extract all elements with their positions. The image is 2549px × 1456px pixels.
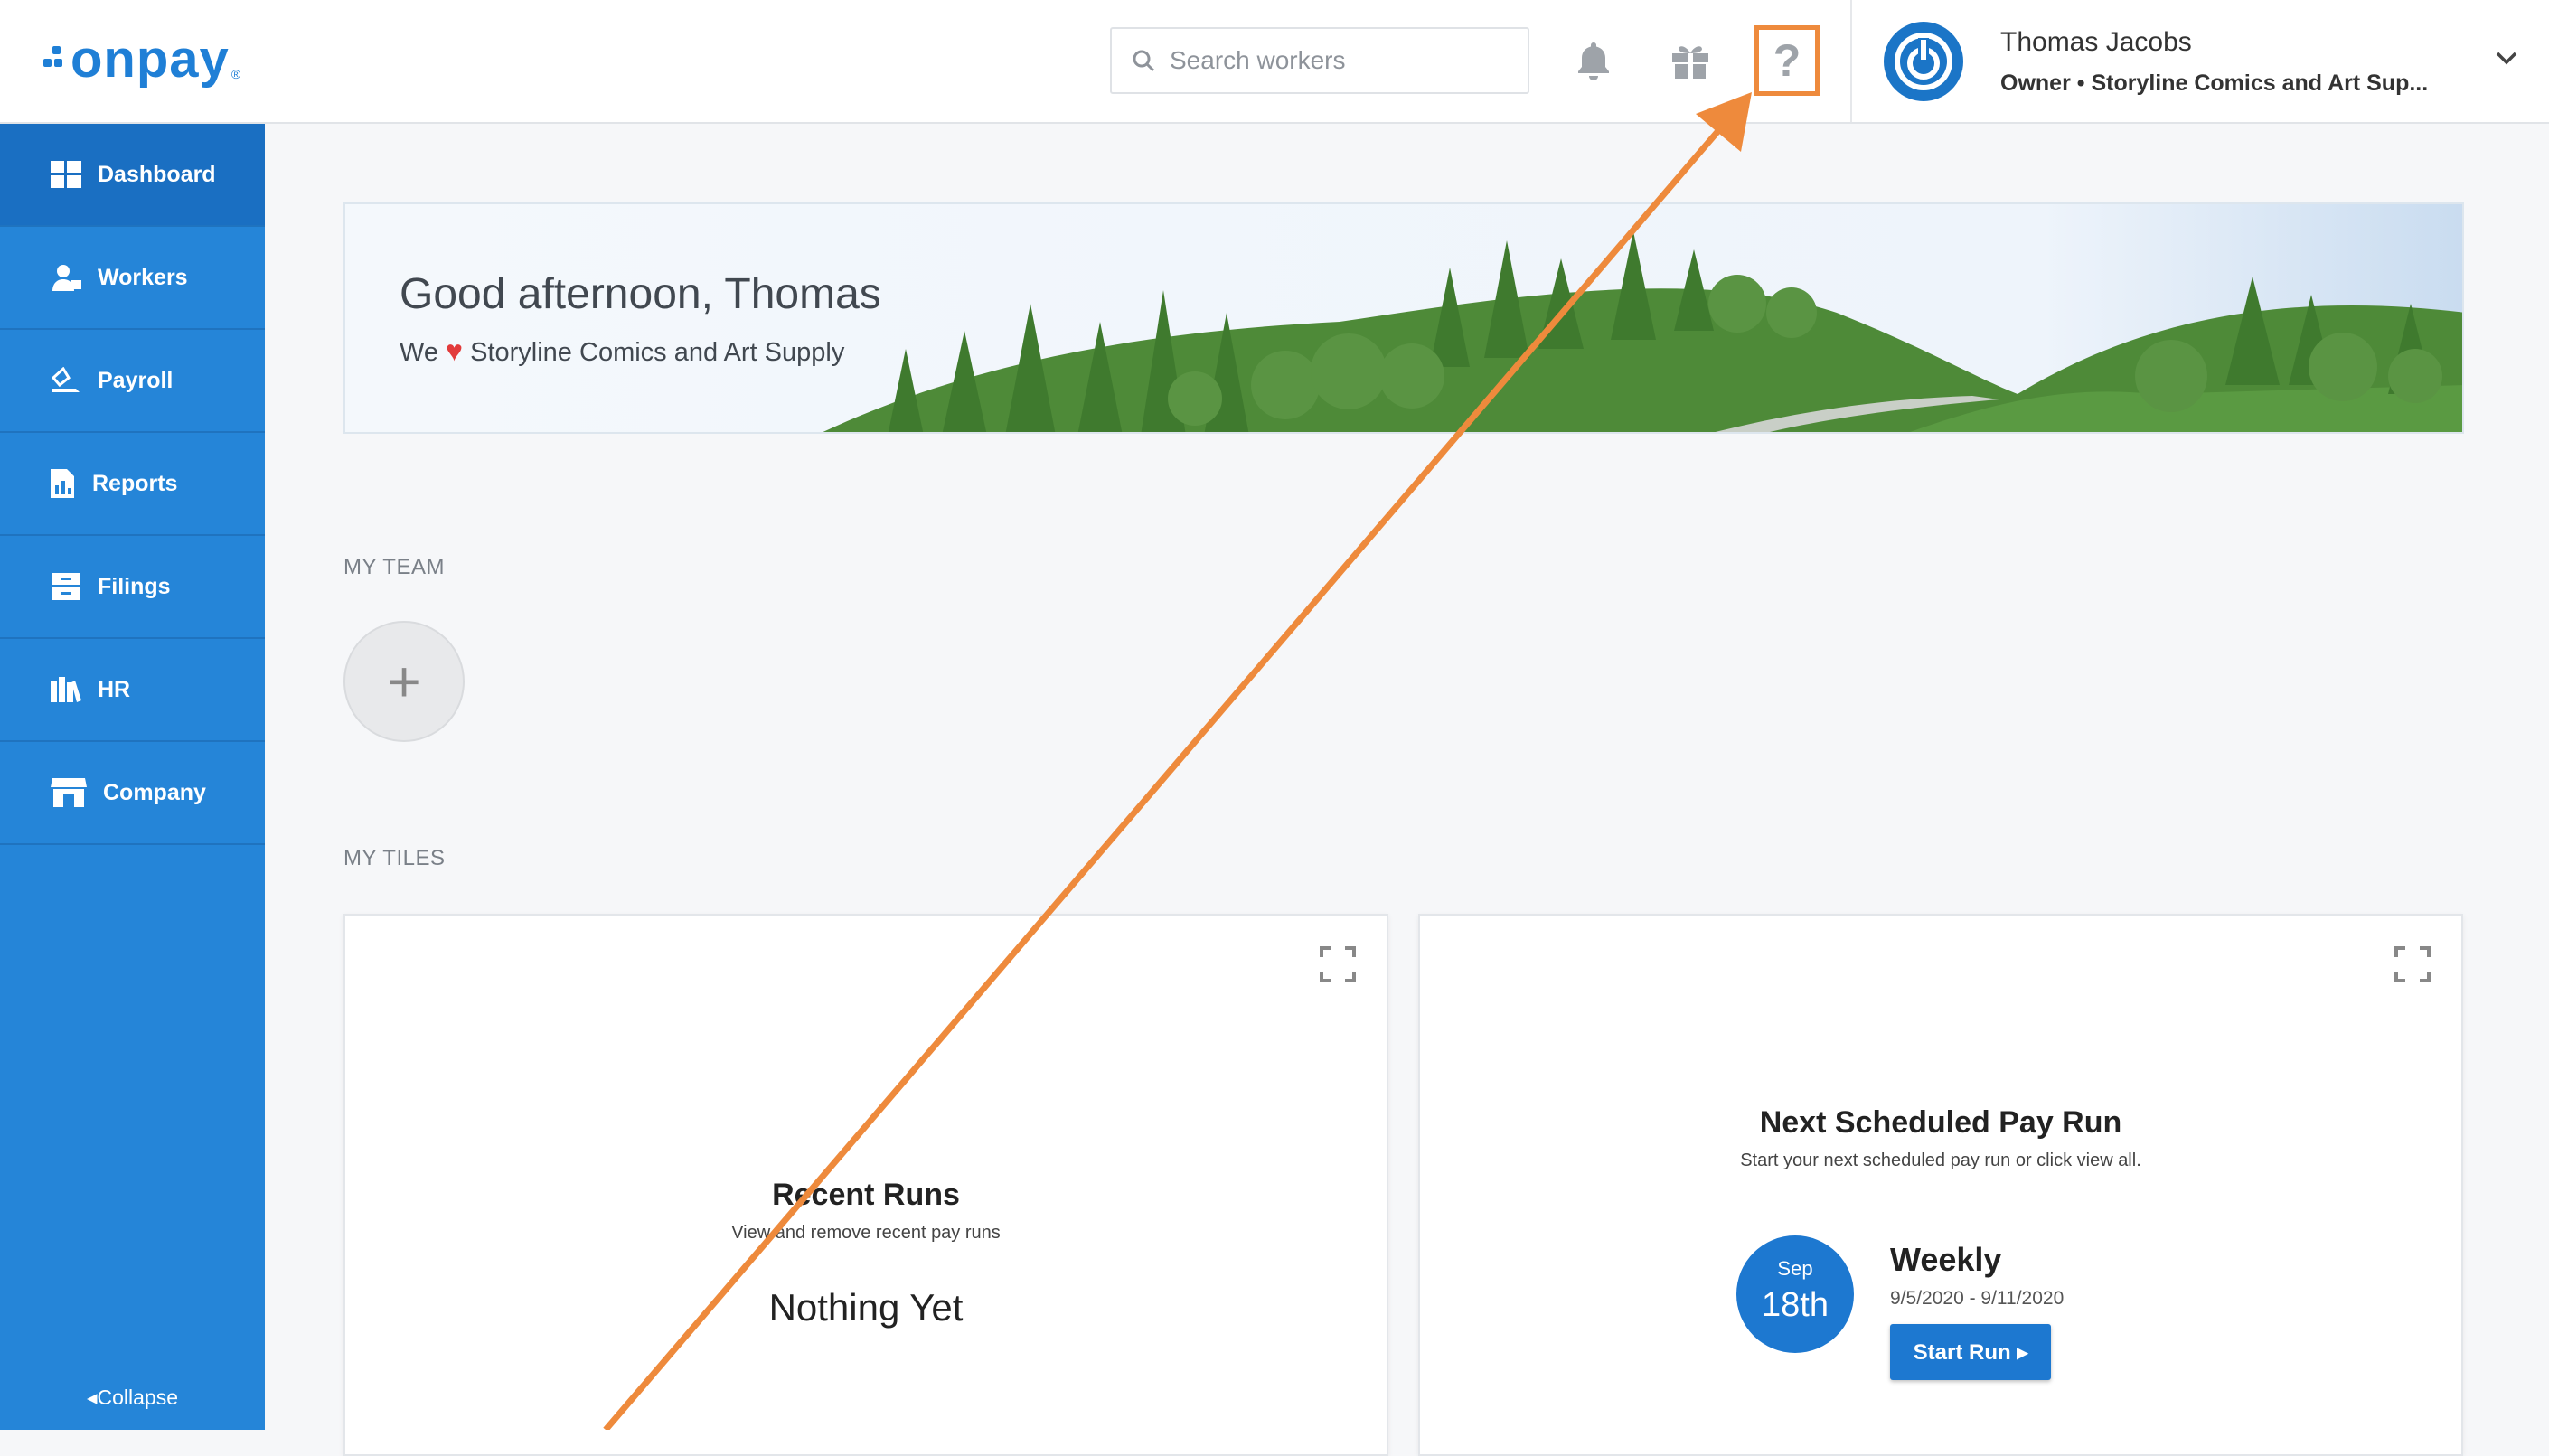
top-bar: onpay ® ? Thom — [0, 0, 2549, 124]
header-divider — [1850, 0, 1852, 122]
company-icon — [51, 778, 87, 807]
account-menu-button[interactable] — [2495, 51, 2518, 70]
notifications-button[interactable] — [1566, 33, 1621, 89]
avatar[interactable] — [1884, 22, 1963, 101]
start-run-label: Start Run — [1913, 1339, 2011, 1365]
caret-left-icon: ◂ — [86, 1386, 98, 1409]
tile-subtitle: View and remove recent pay runs — [731, 1223, 1001, 1243]
plus-icon: + — [387, 649, 421, 714]
sidebar-item-company[interactable]: Company — [0, 742, 265, 845]
registered-mark: ® — [230, 67, 241, 81]
sidebar-item-dashboard[interactable]: Dashboard — [0, 124, 265, 227]
next-pay-run-tile: Next Scheduled Pay Run Start your next s… — [1418, 914, 2463, 1456]
sidebar-item-filings[interactable]: Filings — [0, 536, 265, 639]
company-love-line: We ♥ Storyline Comics and Art Supply — [400, 334, 844, 368]
pay-frequency: Weekly — [1890, 1241, 2002, 1278]
workers-icon — [52, 265, 81, 291]
empty-state-text: Nothing Yet — [768, 1286, 964, 1329]
logo-dots-icon — [43, 46, 62, 67]
expand-icon — [1320, 946, 1356, 982]
search-icon — [1133, 50, 1155, 72]
recent-runs-tile: Recent Runs View and remove recent pay r… — [343, 914, 1388, 1456]
help-icon: ? — [1773, 35, 1801, 86]
add-team-member-button[interactable]: + — [343, 621, 465, 742]
sidebar-item-reports[interactable]: Reports — [0, 433, 265, 536]
tile-title: Next Scheduled Pay Run — [1759, 1105, 2122, 1140]
chevron-down-icon — [2496, 52, 2517, 65]
sidebar-item-label: Dashboard — [98, 161, 216, 187]
caret-right-icon: ▸ — [2017, 1339, 2028, 1365]
dashboard-icon — [51, 161, 81, 188]
sidebar-item-label: Filings — [98, 573, 171, 599]
hr-icon — [51, 677, 81, 702]
sidebar-item-label: Company — [103, 779, 206, 805]
expand-tile-button[interactable] — [1320, 946, 1356, 987]
power-logo-icon — [1895, 33, 1952, 90]
expand-tile-button[interactable] — [2394, 946, 2431, 987]
sidebar-item-payroll[interactable]: Payroll — [0, 330, 265, 433]
gift-button[interactable] — [1663, 33, 1717, 89]
sidebar-item-hr[interactable]: HR — [0, 639, 265, 742]
pay-date-badge: Sep 18th — [1736, 1235, 1854, 1353]
pay-date-day: 18th — [1762, 1286, 1829, 1324]
collapse-label: Collapse — [97, 1386, 179, 1409]
help-button[interactable]: ? — [1754, 25, 1820, 96]
gift-icon — [1672, 46, 1708, 79]
my-team-heading: MY TEAM — [343, 555, 445, 579]
tile-title: Recent Runs — [772, 1178, 960, 1212]
payroll-icon — [51, 367, 80, 392]
bell-icon — [1578, 42, 1609, 80]
logo-wordmark: onpay — [71, 29, 230, 89]
collapse-button[interactable]: ◂Collapse — [0, 1386, 265, 1410]
user-name: Thomas Jacobs — [2000, 27, 2192, 57]
search-box[interactable] — [1110, 27, 1529, 94]
sidebar-item-label: HR — [98, 676, 131, 702]
company-name: Storyline Comics and Art Supply — [470, 338, 845, 367]
pay-date-month: Sep — [1777, 1257, 1813, 1280]
love-prefix: We — [400, 338, 438, 367]
pay-period-range: 9/5/2020 - 9/11/2020 — [1890, 1288, 2065, 1309]
heart-icon: ♥ — [446, 334, 464, 367]
greeting-title: Good afternoon, Thomas — [400, 270, 881, 318]
greeting-banner: Good afternoon, Thomas We ♥ Storyline Co… — [343, 202, 2464, 434]
onpay-logo[interactable]: onpay ® — [43, 27, 240, 90]
sidebar: Dashboard Workers Payroll Reports Filing… — [0, 124, 265, 1430]
sidebar-item-workers[interactable]: Workers — [0, 227, 265, 330]
filings-icon — [52, 573, 80, 600]
search-input[interactable] — [1168, 45, 1497, 76]
sidebar-item-label: Reports — [92, 470, 178, 496]
user-role: Owner • Storyline Comics and Art Sup... — [2000, 70, 2429, 96]
tile-subtitle: Start your next scheduled pay run or cli… — [1740, 1151, 2141, 1170]
reports-icon — [51, 469, 74, 498]
my-tiles-heading: MY TILES — [343, 846, 446, 870]
sidebar-item-label: Payroll — [98, 367, 174, 393]
expand-icon — [2394, 946, 2431, 982]
forest-illustration — [345, 204, 2462, 432]
sidebar-item-label: Workers — [98, 264, 188, 290]
start-run-button[interactable]: Start Run ▸ — [1890, 1324, 2051, 1380]
